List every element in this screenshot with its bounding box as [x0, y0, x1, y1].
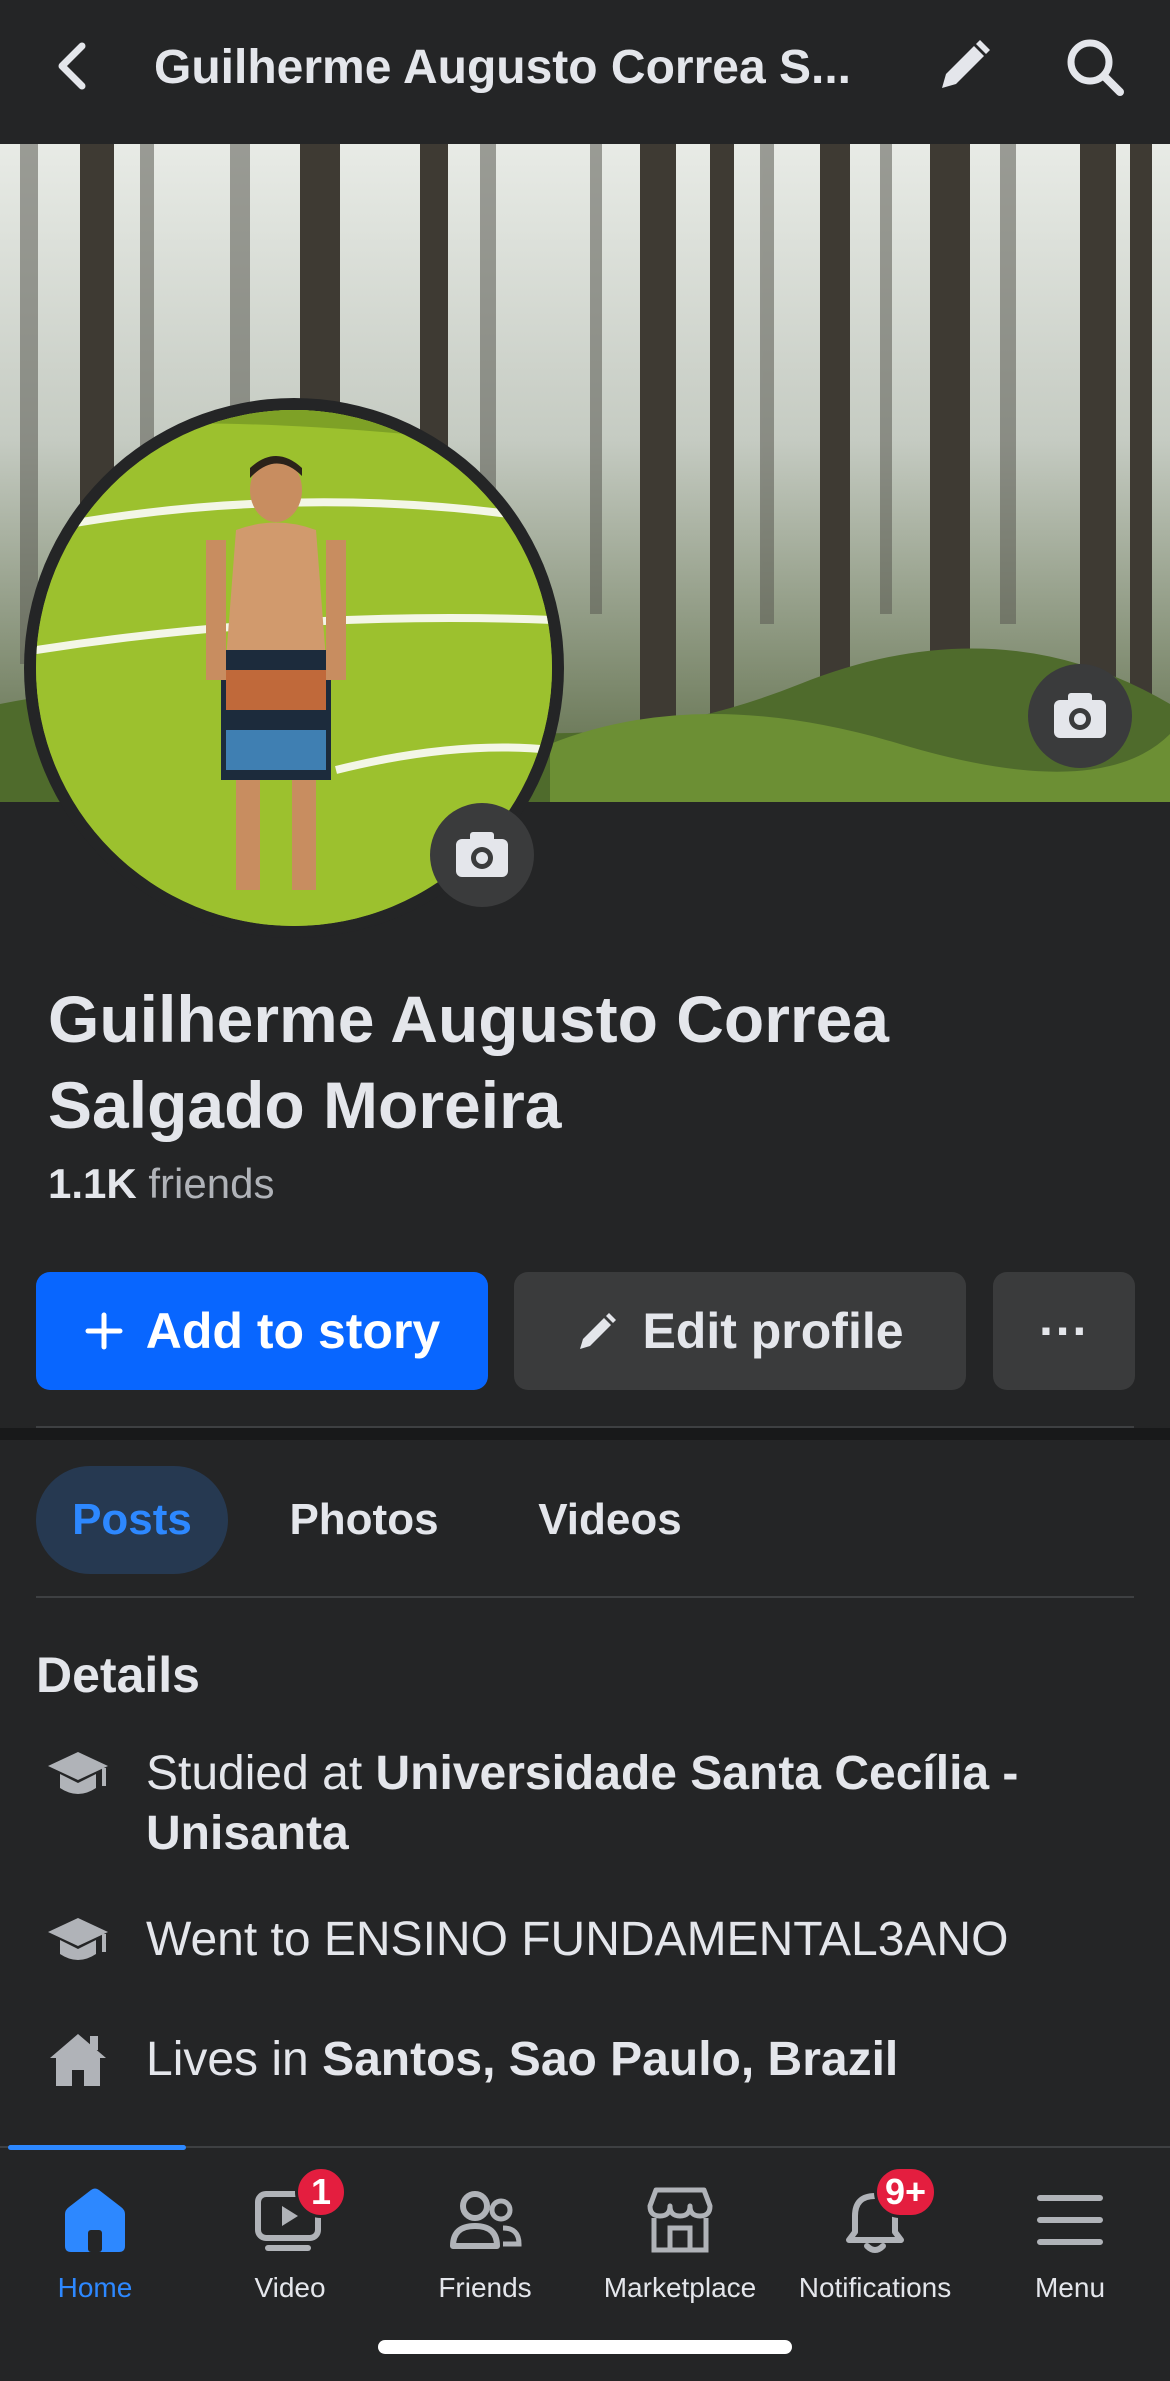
tab-photos[interactable]: Photos: [254, 1466, 474, 1574]
camera-icon: [1054, 693, 1106, 738]
cover-camera-button[interactable]: [1028, 664, 1132, 768]
nav-label: Video: [254, 2272, 326, 2303]
nav-marketplace[interactable]: Marketplace: [585, 2166, 775, 2316]
plus-icon: [85, 1312, 123, 1350]
nav-label: Home: [57, 2272, 133, 2303]
notifications-badge: 9+: [874, 2166, 938, 2218]
nav-label: Menu: [1034, 2272, 1106, 2303]
back-arrow-icon[interactable]: [44, 36, 104, 96]
edit-profile-button[interactable]: Edit profile: [514, 1272, 966, 1390]
friends-count[interactable]: 1.1K friends: [48, 1158, 274, 1210]
detail-prefix: Studied at: [146, 1747, 376, 1800]
search-icon[interactable]: [1062, 34, 1128, 100]
pencil-icon[interactable]: [932, 34, 996, 98]
nav-label: Notifications: [798, 2272, 952, 2303]
nav-home[interactable]: Home: [0, 2166, 190, 2316]
detail-lives-in: Lives in Santos, Sao Paulo, Brazil: [146, 2030, 1106, 2090]
section-divider: [0, 1428, 1170, 1440]
details-heading: Details: [36, 1647, 200, 1703]
more-dots-icon: ···: [1039, 1303, 1089, 1359]
pencil-icon: [580, 1313, 617, 1349]
nav-label: Marketplace: [603, 2272, 757, 2303]
graduation-cap-icon: [44, 1742, 112, 1810]
edit-profile-label: Edit profile: [642, 1303, 904, 1359]
marketplace-icon: [640, 2180, 720, 2260]
friends-count-value: 1.1K: [48, 1160, 137, 1207]
detail-prefix: Lives in: [146, 2033, 323, 2086]
profile-name: Guilherme Augusto Correa Salgado Moreira: [48, 982, 890, 1142]
more-options-button[interactable]: ···: [993, 1272, 1135, 1390]
home-icon: [55, 2180, 135, 2260]
add-to-story-button[interactable]: Add to story: [36, 1272, 488, 1390]
home-indicator[interactable]: [378, 2340, 792, 2354]
tab-videos[interactable]: Videos: [504, 1466, 716, 1574]
detail-school: Went to ENSINO FUNDAMENTAL3ANO: [146, 1910, 1106, 1970]
graduation-cap-icon: [44, 1908, 112, 1976]
profile-camera-button[interactable]: [430, 803, 534, 907]
nav-friends[interactable]: Friends: [390, 2166, 580, 2316]
home-icon: [44, 2026, 112, 2094]
camera-icon: [456, 832, 508, 877]
detail-education: Studied at Universidade Santa Cecília - …: [146, 1744, 1106, 1864]
video-badge: 1: [295, 2166, 347, 2218]
detail-prefix: Went to ENSINO FUNDAMENTAL3ANO: [146, 1913, 1009, 1966]
top-bar: Guilherme Augusto Correa S...: [0, 0, 1170, 144]
nav-menu[interactable]: Menu: [975, 2166, 1165, 2316]
detail-value[interactable]: Santos, Sao Paulo, Brazil: [322, 2033, 898, 2086]
divider: [36, 1596, 1134, 1598]
menu-icon: [1030, 2180, 1110, 2260]
nav-label: Friends: [438, 2272, 532, 2303]
active-tab-indicator: [8, 2145, 186, 2150]
nav-notifications[interactable]: 9+ Notifications: [780, 2166, 970, 2316]
page-title: Guilherme Augusto Correa S...: [154, 41, 852, 94]
friends-icon: [445, 2180, 525, 2260]
tab-posts[interactable]: Posts: [36, 1466, 228, 1574]
nav-video[interactable]: 1 Video: [195, 2166, 385, 2316]
friends-label: friends: [148, 1160, 275, 1207]
add-to-story-label: Add to story: [145, 1303, 441, 1359]
